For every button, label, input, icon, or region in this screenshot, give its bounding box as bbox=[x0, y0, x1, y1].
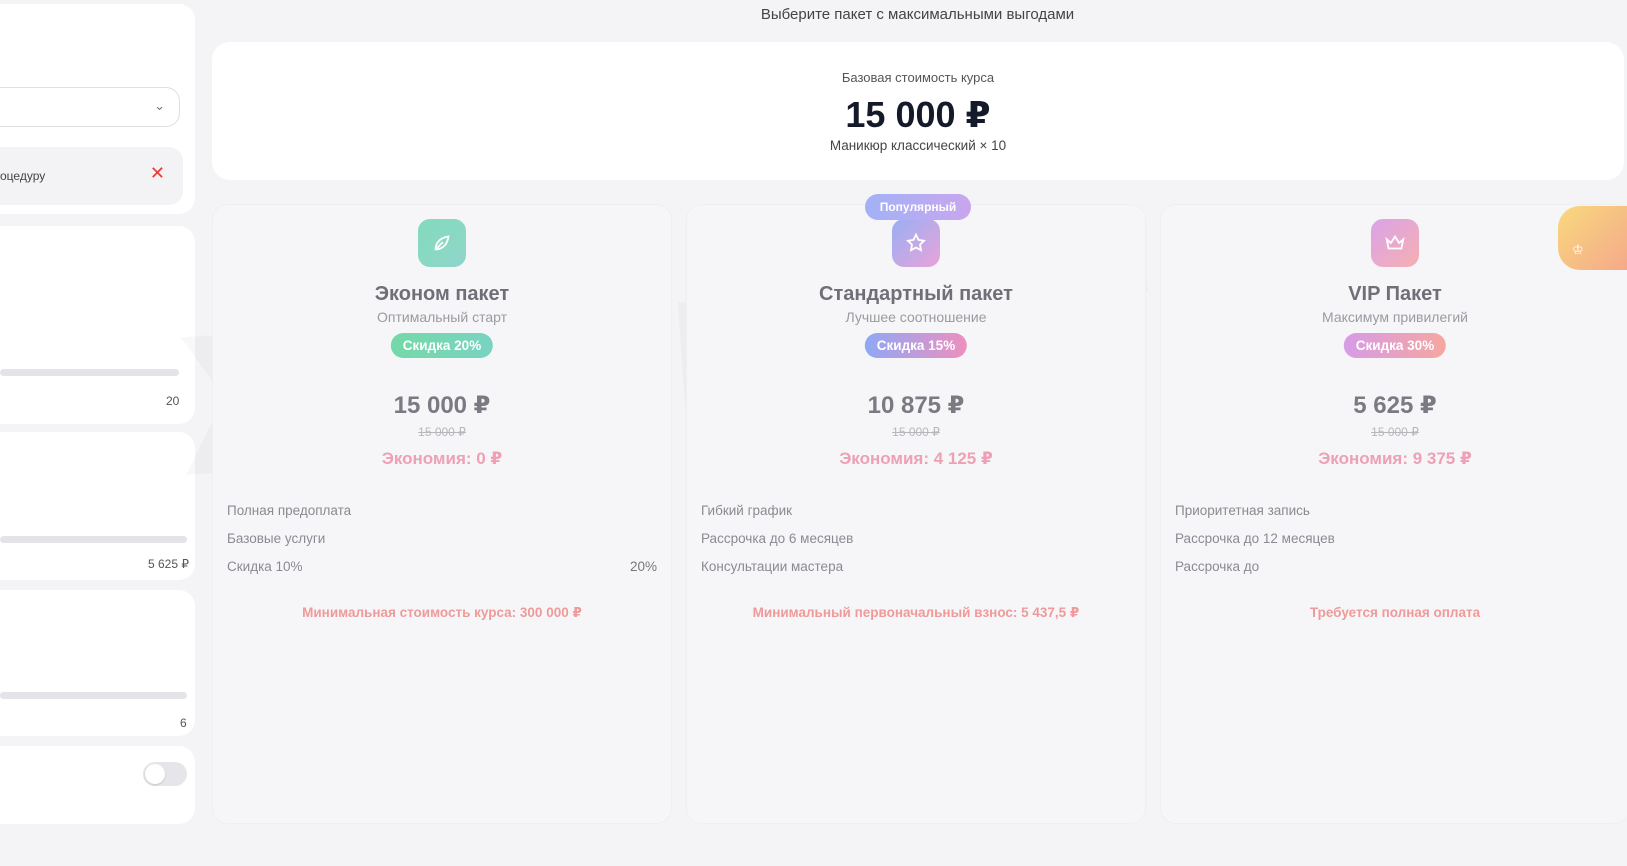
package-card-standard[interactable]: Стандартный пакет Лучшее соотношение Ски… bbox=[686, 204, 1146, 824]
sessions-slider[interactable] bbox=[0, 369, 179, 376]
base-cost-card: Базовая стоимость курса 15 000 ₽ Маникюр… bbox=[212, 42, 1624, 180]
discount-badge: Скидка 20% bbox=[390, 333, 494, 358]
base-cost-label: Базовая стоимость курса bbox=[841, 70, 995, 85]
feature-item: Скидка 10% bbox=[227, 559, 303, 574]
base-cost-price: 15 000 ₽ bbox=[845, 94, 991, 135]
option-toggle[interactable] bbox=[143, 762, 187, 786]
package-tagline: Максимум привилегий bbox=[1322, 309, 1468, 325]
star-icon bbox=[892, 219, 940, 267]
toggle-knob bbox=[145, 764, 165, 784]
package-old-price: 15 000 ₽ bbox=[892, 425, 940, 439]
package-note: Минимальный первоначальный взнос: 5 437,… bbox=[752, 605, 1080, 620]
chevron-down-icon: ⌄ bbox=[154, 98, 165, 113]
discount-badge: Скидка 30% bbox=[1343, 333, 1447, 358]
package-old-price: 15 000 ₽ bbox=[418, 425, 466, 439]
crown-icon: ♔ bbox=[1572, 242, 1584, 257]
base-cost-description: Маникюр классический × 10 bbox=[829, 138, 1007, 153]
months-card bbox=[0, 590, 195, 736]
discount-badge: Скидка 15% bbox=[864, 333, 968, 358]
package-note: Требуется полная оплата bbox=[1309, 605, 1481, 620]
procedure-select[interactable]: ⌄ bbox=[0, 87, 180, 127]
feature-item: Консультации мастера bbox=[701, 559, 844, 574]
package-tagline: Оптимальный старт bbox=[376, 309, 507, 325]
crown-icon bbox=[1371, 219, 1419, 267]
feature-item: Рассрочка до 6 месяцев bbox=[701, 531, 854, 546]
price-slider[interactable] bbox=[0, 536, 187, 543]
feature-item: Рассрочка до bbox=[1175, 559, 1260, 574]
package-price: 10 875 ₽ bbox=[867, 392, 965, 419]
package-note: Минимальная стоимость курса: 300 000 ₽ bbox=[302, 605, 582, 620]
page-subtitle: Выберите пакет с максимальными выгодами bbox=[760, 6, 1075, 23]
package-card-vip[interactable]: VIP Пакет Максимум привилегий Скидка 30%… bbox=[1160, 204, 1627, 824]
package-card-economy[interactable]: Эконом пакет Оптимальный старт Скидка 20… bbox=[212, 204, 672, 824]
package-saving: Экономия: 9 375 ₽ bbox=[1318, 449, 1472, 468]
selected-procedure: оцедуру ✕ bbox=[0, 147, 183, 205]
feature-item: Рассрочка до 12 месяцев bbox=[1175, 531, 1335, 546]
package-name: VIP Пакет bbox=[1348, 283, 1442, 305]
procedure-label: оцедуру bbox=[0, 169, 46, 183]
package-price: 15 000 ₽ bbox=[393, 392, 491, 419]
package-name: Стандартный пакет bbox=[819, 283, 1013, 305]
close-icon[interactable]: ✕ bbox=[150, 163, 165, 184]
feature-item: Базовые услуги bbox=[227, 531, 326, 546]
package-saving: Экономия: 0 ₽ bbox=[381, 449, 503, 468]
price-slider-value: 5 625 ₽ bbox=[148, 557, 189, 571]
vip-corner-badge: ♔ bbox=[1558, 206, 1627, 270]
feature-value: 20% bbox=[629, 559, 657, 574]
months-slider[interactable] bbox=[0, 692, 187, 699]
months-slider-value: 6 bbox=[180, 716, 187, 730]
sessions-slider-value: 20 bbox=[166, 394, 180, 408]
package-price: 5 625 ₽ bbox=[1353, 392, 1437, 419]
popular-badge: Популярный bbox=[865, 194, 971, 220]
package-saving: Экономия: 4 125 ₽ bbox=[839, 449, 993, 468]
feature-item: Гибкий график bbox=[701, 503, 793, 518]
feature-item: Полная предоплата bbox=[227, 503, 352, 518]
package-old-price: 15 000 ₽ bbox=[1371, 425, 1419, 439]
leaf-icon bbox=[418, 219, 466, 267]
package-tagline: Лучшее соотношение bbox=[845, 309, 987, 325]
package-name: Эконом пакет bbox=[374, 283, 510, 305]
feature-item: Приоритетная запись bbox=[1175, 503, 1310, 518]
